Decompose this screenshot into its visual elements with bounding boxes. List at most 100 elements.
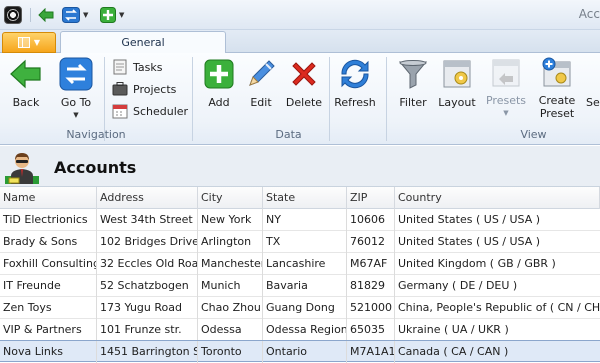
qat-back-button[interactable] — [38, 5, 54, 25]
cell-name: Nova Links — [0, 341, 97, 363]
group-label-view: View — [520, 128, 547, 141]
back-arrow-icon — [38, 8, 54, 22]
cell-city: Arlington — [198, 231, 263, 253]
app-menu-icon — [17, 37, 30, 48]
delete-button[interactable]: Delete — [286, 57, 322, 117]
table-row[interactable]: Brady & Sons 102 Bridges Drive Arlington… — [0, 231, 600, 253]
cell-city: Odessa — [198, 319, 263, 341]
delete-x-icon — [287, 57, 321, 91]
create-preset-button[interactable]: Create Preset — [535, 57, 579, 120]
column-header-address[interactable]: Address — [97, 187, 198, 209]
delete-label: Delete — [285, 96, 323, 109]
scheduler-button[interactable]: Scheduler — [112, 102, 188, 120]
table-row-selected[interactable]: Nova Links 1451 Barrington St Toronto On… — [0, 340, 600, 363]
page-header: Accounts — [0, 146, 600, 187]
refresh-label: Refresh — [334, 96, 376, 109]
filter-button[interactable]: Filter — [396, 57, 430, 117]
column-header-zip[interactable]: ZIP — [347, 187, 395, 209]
table-row[interactable]: IT Freunde 52 Schatzbogen Munich Bavaria… — [0, 275, 600, 297]
table-row[interactable]: TiD Electrionics West 34th Street New Yo… — [0, 209, 600, 231]
presets-label: Presets — [485, 94, 527, 107]
cell-zip: 76012 — [347, 231, 395, 253]
add-label: Add — [208, 96, 230, 109]
tasks-button[interactable]: Tasks — [112, 58, 162, 76]
cell-state: Lancashire — [263, 253, 347, 275]
layout-button[interactable]: Layout — [437, 57, 477, 117]
calendar-icon — [112, 104, 128, 119]
pencil-icon — [244, 57, 278, 91]
tasks-icon — [113, 59, 127, 75]
ribbon-tab-strip: ▼ General — [0, 30, 600, 54]
qat-separator — [30, 8, 31, 22]
column-header-city[interactable]: City — [198, 187, 263, 209]
refresh-button[interactable]: Refresh — [334, 57, 376, 117]
back-label: Back — [12, 96, 40, 109]
layout-label: Layout — [438, 96, 476, 109]
scheduler-label: Scheduler — [133, 104, 189, 118]
qat-add-button[interactable]: ▼ — [100, 5, 124, 25]
app-logo-icon[interactable] — [4, 6, 22, 24]
cell-country: China, People's Republic of ( CN / CHN ) — [398, 301, 600, 314]
cell-name: Foxhill Consulting — [0, 253, 97, 275]
qat-goto-button[interactable]: ▼ — [62, 5, 88, 25]
dropdown-arrow-icon: ▼ — [73, 111, 79, 119]
cell-address: 1451 Barrington St — [97, 341, 198, 363]
cell-city: Munich — [198, 275, 263, 297]
funnel-icon — [396, 57, 430, 91]
cell-city: Manchester — [198, 253, 263, 275]
cell-state: TX — [263, 231, 347, 253]
cell-country: Ukraine ( UA / UKR ) — [398, 323, 509, 336]
column-header-country[interactable]: Country — [395, 187, 600, 209]
goto-icon — [59, 57, 93, 91]
projects-button[interactable]: Projects — [112, 80, 176, 98]
group-label-navigation: Navigation — [66, 128, 126, 141]
cell-zip: M7A1A1 — [347, 341, 395, 363]
cell-zip: 521000 — [347, 297, 395, 319]
add-icon — [100, 7, 116, 23]
cell-name: Brady & Sons — [0, 231, 97, 253]
cell-city: Chao Zhou — [198, 297, 263, 319]
title-bar: ▼ ▼ Acc — [0, 0, 600, 30]
table-row[interactable]: Zen Toys 173 Yugu Road Chao Zhou Guang D… — [0, 297, 600, 319]
cell-zip: M67AF — [347, 253, 395, 275]
window-title: Acc — [578, 7, 600, 21]
cell-zip: 65035 — [347, 319, 395, 341]
app-menu-button[interactable]: ▼ — [2, 32, 56, 53]
cell-name: IT Freunde — [0, 275, 97, 297]
cell-country: United States ( US / USA ) — [398, 235, 541, 248]
column-header-state[interactable]: State — [263, 187, 347, 209]
cell-state: Bavaria — [263, 275, 347, 297]
column-header-name[interactable]: Name — [0, 187, 97, 209]
refresh-icon — [338, 57, 372, 91]
cell-address: 52 Schatzbogen — [97, 275, 198, 297]
back-button[interactable]: Back — [8, 57, 44, 117]
cut-off-label: Se — [586, 96, 600, 109]
tab-general[interactable]: General — [60, 31, 226, 54]
edit-label: Edit — [250, 96, 272, 109]
cell-country: United Kingdom ( GB / GBR ) — [398, 257, 556, 270]
chevron-down-icon: ▼ — [33, 38, 41, 47]
cut-off-button[interactable]: Se — [586, 57, 600, 117]
cell-state: Ontario — [263, 341, 347, 363]
edit-button[interactable]: Edit — [244, 57, 278, 117]
goto-button[interactable]: Go To ▼ — [56, 57, 96, 119]
cell-zip: 81829 — [347, 275, 395, 297]
presets-button[interactable]: Presets ▼ — [484, 57, 528, 117]
table-row[interactable]: Foxhill Consulting 32 Eccles Old Road Ma… — [0, 253, 600, 275]
cell-address: 102 Bridges Drive — [97, 231, 198, 253]
back-arrow-icon — [9, 57, 43, 91]
cell-address: 101 Frunze str. — [97, 319, 198, 341]
group-label-data: Data — [275, 128, 302, 141]
dropdown-arrow-icon: ▼ — [503, 109, 509, 117]
cell-address: 173 Yugu Road — [97, 297, 198, 319]
cell-name: TiD Electrionics — [0, 209, 97, 231]
cell-country: Germany ( DE / DEU ) — [398, 279, 518, 292]
page-title: Accounts — [54, 158, 137, 177]
tasks-label: Tasks — [133, 60, 163, 74]
table-row[interactable]: VIP & Partners 101 Frunze str. Odessa Od… — [0, 319, 600, 341]
grid-header-row: Name Address City State ZIP Country — [0, 187, 600, 209]
cell-address: West 34th Street — [97, 209, 198, 231]
add-button[interactable]: Add — [202, 57, 236, 117]
cell-city: New York — [198, 209, 263, 231]
cell-name: VIP & Partners — [0, 319, 97, 341]
